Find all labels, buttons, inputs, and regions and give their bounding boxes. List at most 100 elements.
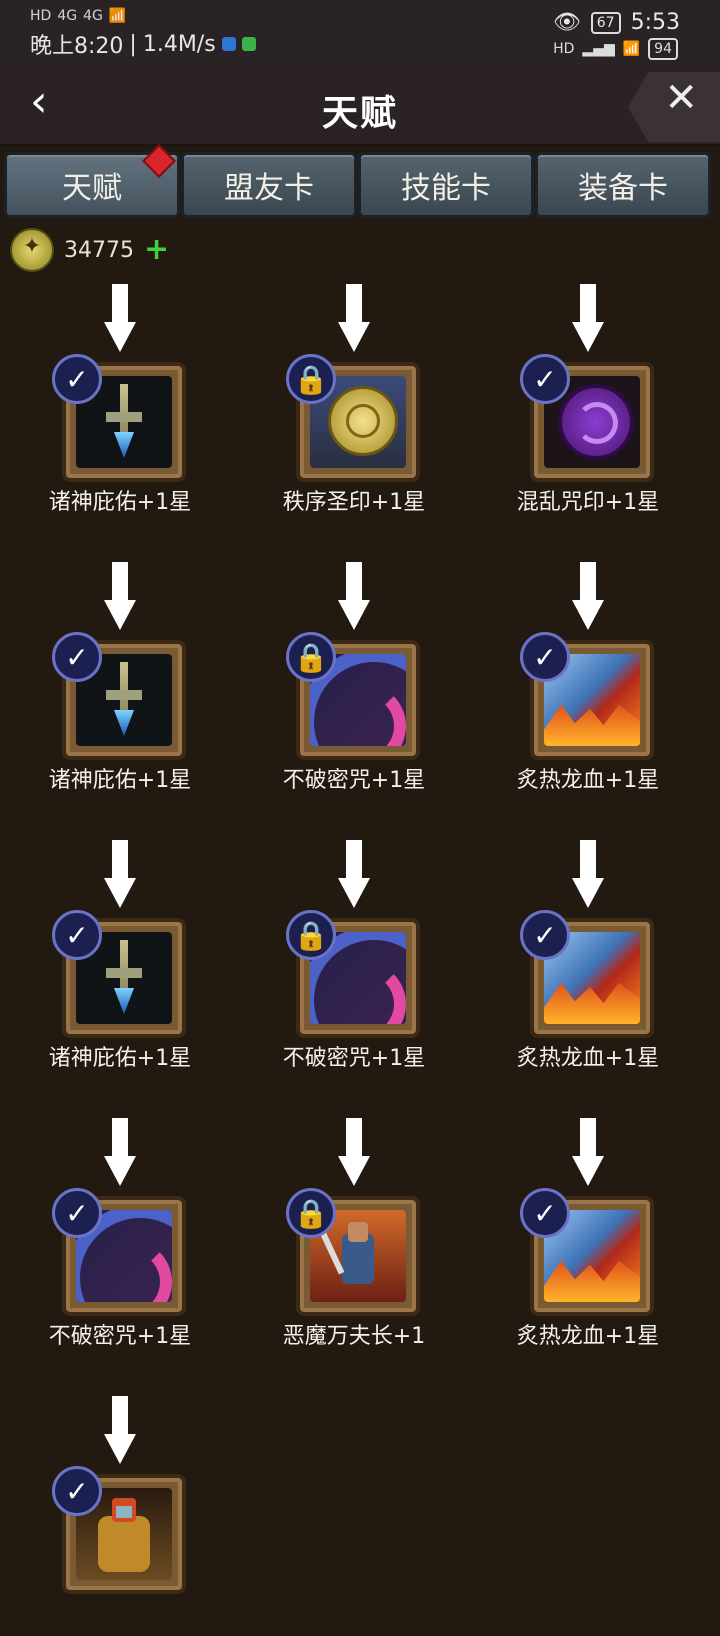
lock-icon: 🔒 bbox=[286, 910, 336, 960]
checkmark-icon: ✓ bbox=[520, 910, 570, 960]
status-right: 👁 67 5:53 bbox=[553, 10, 680, 35]
talent-label: 不破密咒+1星 bbox=[282, 1046, 426, 1071]
shield-icon bbox=[241, 37, 256, 51]
talent-label: 诸神庇佑+1星 bbox=[48, 490, 192, 515]
talent-node[interactable]: 🔒 不破密咒+1星 bbox=[254, 840, 454, 1080]
talent-card[interactable]: ✓ bbox=[52, 1466, 186, 1594]
talent-node[interactable]: 🔒 恶魔万夫长+1 bbox=[254, 1118, 454, 1358]
signal-icon: ▂▄▆ bbox=[582, 41, 615, 57]
arrow-down-icon bbox=[572, 562, 604, 632]
talent-card[interactable]: 🔒 bbox=[286, 910, 420, 1038]
talent-card[interactable]: 🔒 bbox=[286, 1188, 420, 1316]
talent-card[interactable]: ✓ bbox=[52, 354, 186, 482]
eye-icon: 👁 bbox=[552, 10, 581, 35]
talent-label: 混乱咒印+1星 bbox=[516, 490, 660, 515]
arrow-down-icon bbox=[104, 840, 136, 910]
close-icon[interactable]: ✕ bbox=[664, 76, 698, 120]
arrow-down-icon bbox=[104, 1118, 136, 1188]
talent-label: 炙热龙血+1星 bbox=[516, 1324, 660, 1349]
hd2-label: HD bbox=[553, 41, 575, 57]
talent-card[interactable]: ✓ bbox=[520, 632, 654, 760]
checkmark-icon: ✓ bbox=[52, 354, 102, 404]
lock-icon: 🔒 bbox=[286, 1188, 336, 1238]
header: ‹ 天赋 ✕ bbox=[0, 66, 720, 146]
talent-node[interactable]: ✓ 不破密咒+1星 bbox=[20, 1118, 220, 1358]
page-title: 天赋 bbox=[321, 93, 398, 134]
network-1: 4G bbox=[57, 8, 78, 24]
app-icon bbox=[221, 37, 236, 51]
add-currency-button[interactable]: + bbox=[144, 235, 169, 265]
talent-label: 诸神庇佑+1星 bbox=[48, 1046, 192, 1071]
arrow-down-icon bbox=[338, 562, 370, 632]
status-time-left: 晚上8:20 bbox=[30, 34, 124, 59]
talent-node[interactable]: 🔒 不破密咒+1星 bbox=[254, 562, 454, 802]
separator: | bbox=[129, 31, 137, 57]
tab-ally-cards[interactable]: 盟友卡 bbox=[181, 152, 357, 218]
checkmark-icon: ✓ bbox=[520, 632, 570, 682]
talent-card[interactable]: ✓ bbox=[520, 910, 654, 1038]
hd-label: HD bbox=[30, 8, 52, 24]
tab-talent[interactable]: 天赋 bbox=[4, 144, 180, 218]
talent-node[interactable]: 🔒 秩序圣印+1星 bbox=[254, 284, 454, 524]
arrow-down-icon bbox=[338, 284, 370, 354]
talent-card[interactable]: 🔒 bbox=[286, 354, 420, 482]
talent-point-icon bbox=[10, 228, 54, 272]
network-speed: 1.4M/s bbox=[142, 31, 216, 57]
talent-card[interactable]: ✓ bbox=[520, 354, 654, 482]
talent-node[interactable]: ✓ 诸神庇佑+1星 bbox=[20, 840, 220, 1080]
status-icons: HD 4G 4G 📶 bbox=[30, 8, 256, 24]
tab-equipment-cards[interactable]: 装备卡 bbox=[535, 152, 711, 218]
tab-skill-cards[interactable]: 技能卡 bbox=[358, 152, 534, 218]
status-line2: 晚上8:20 | 1.4M/s bbox=[30, 28, 256, 60]
talent-label: 诸神庇佑+1星 bbox=[48, 768, 192, 793]
currency-value: 34775 bbox=[64, 237, 134, 263]
talent-node[interactable]: ✓ 炙热龙血+1星 bbox=[488, 1118, 688, 1358]
checkmark-icon: ✓ bbox=[520, 354, 570, 404]
arrow-down-icon bbox=[572, 840, 604, 910]
talent-node[interactable]: ✓ 诸神庇佑+1星 bbox=[20, 562, 220, 802]
lock-icon: 🔒 bbox=[286, 632, 336, 682]
talent-node[interactable]: ✓ 诸神庇佑+1星 bbox=[20, 284, 220, 524]
tab-bar: 天赋 盟友卡 技能卡 装备卡 bbox=[0, 144, 720, 218]
notification-badge: 67 bbox=[590, 11, 621, 34]
arrow-down-icon bbox=[338, 1118, 370, 1188]
status-bar: HD 4G 4G 📶 晚上8:20 | 1.4M/s 👁 67 5:53 HD … bbox=[0, 0, 720, 66]
arrow-down-icon bbox=[104, 1396, 136, 1466]
talent-label: 炙热龙血+1星 bbox=[516, 768, 660, 793]
tab-label: 天赋 bbox=[62, 171, 122, 206]
checkmark-icon: ✓ bbox=[52, 910, 102, 960]
talent-node[interactable]: ✓ 炙热龙血+1星 bbox=[488, 562, 688, 802]
wifi-icon-2: 📶 bbox=[622, 41, 641, 57]
talent-label: 炙热龙血+1星 bbox=[516, 1046, 660, 1071]
arrow-down-icon bbox=[572, 284, 604, 354]
arrow-down-icon bbox=[338, 840, 370, 910]
wifi-icon: 📶 bbox=[108, 8, 127, 24]
battery-level: 94 bbox=[648, 38, 678, 60]
tab-label: 装备卡 bbox=[578, 171, 668, 206]
currency-bar: 34775 + bbox=[10, 228, 169, 272]
lock-icon: 🔒 bbox=[286, 354, 336, 404]
arrow-down-icon bbox=[104, 284, 136, 354]
status-time-right: 5:53 bbox=[630, 10, 680, 35]
talent-label: 恶魔万夫长+1 bbox=[282, 1324, 426, 1349]
talent-label: 不破密咒+1星 bbox=[48, 1324, 192, 1349]
talent-node[interactable]: ✓ 混乱咒印+1星 bbox=[488, 284, 688, 524]
tab-label: 技能卡 bbox=[401, 171, 491, 206]
checkmark-icon: ✓ bbox=[52, 632, 102, 682]
talent-label: 不破密咒+1星 bbox=[282, 768, 426, 793]
talent-card[interactable]: 🔒 bbox=[286, 632, 420, 760]
checkmark-icon: ✓ bbox=[52, 1188, 102, 1238]
talent-label: 秩序圣印+1星 bbox=[282, 490, 426, 515]
checkmark-icon: ✓ bbox=[52, 1466, 102, 1516]
talent-card[interactable]: ✓ bbox=[52, 1188, 186, 1316]
arrow-down-icon bbox=[104, 562, 136, 632]
talent-node[interactable]: ✓ 炙热龙血+1星 bbox=[488, 840, 688, 1080]
talent-node[interactable]: ✓ bbox=[20, 1396, 220, 1636]
talent-card[interactable]: ✓ bbox=[52, 910, 186, 1038]
status-left: HD 4G 4G 📶 晚上8:20 | 1.4M/s bbox=[30, 8, 256, 60]
new-dot-icon bbox=[142, 144, 176, 178]
talent-card[interactable]: ✓ bbox=[52, 632, 186, 760]
talent-card[interactable]: ✓ bbox=[520, 1188, 654, 1316]
tab-label: 盟友卡 bbox=[224, 171, 314, 206]
status-right-2: HD ▂▄▆ 📶 94 bbox=[553, 38, 678, 60]
